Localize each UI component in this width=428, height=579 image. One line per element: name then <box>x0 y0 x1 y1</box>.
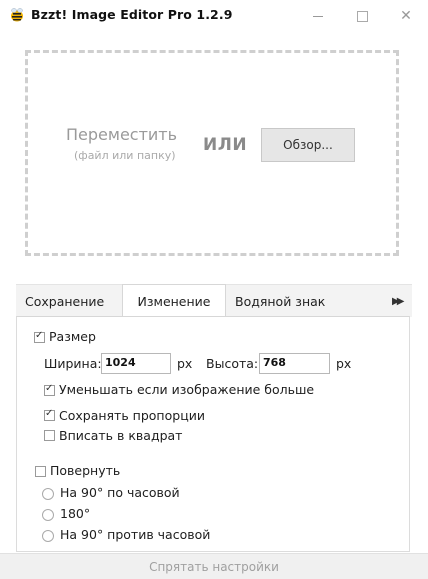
or-label: ИЛИ <box>203 135 248 155</box>
bee-icon <box>11 8 23 22</box>
width-input[interactable]: 1024 <box>101 353 171 374</box>
fit-square-label: Вписать в квадрат <box>59 428 183 443</box>
fit-square-checkbox[interactable] <box>44 430 55 441</box>
shrink-if-larger-checkbox[interactable] <box>44 383 55 396</box>
tab-watermark[interactable]: Водяной знак <box>235 285 325 317</box>
minimize-icon <box>313 15 323 17</box>
rotate-180-label: 180° <box>60 506 91 521</box>
height-unit: px <box>336 356 352 371</box>
browse-button[interactable]: Обзор... <box>261 128 355 162</box>
keep-proportions-checkbox[interactable] <box>44 408 55 421</box>
rotate-90-ccw-radio[interactable] <box>42 530 54 542</box>
drop-move-hint: (файл или папку) <box>74 149 176 162</box>
rotate-label: Повернуть <box>50 463 121 478</box>
window-title: Bzzt! Image Editor Pro 1.2.9 <box>31 7 233 22</box>
resize-label: Размер <box>49 329 96 344</box>
tabs-scroll-right-icon[interactable]: ▶▶ <box>392 285 405 317</box>
height-label: Высота: <box>206 356 259 371</box>
close-icon: ✕ <box>400 8 412 24</box>
close-button[interactable]: ✕ <box>384 0 428 32</box>
shrink-if-larger-label: Уменьшать если изображение больше <box>59 382 315 397</box>
width-unit: px <box>177 356 193 371</box>
tab-change[interactable]: Изменение <box>122 284 226 317</box>
width-label: Ширина: <box>44 356 102 371</box>
settings-tabs: Сохранение Изменение Водяной знак ▶▶ <box>16 284 412 317</box>
rotate-90-cw-radio[interactable] <box>42 488 54 500</box>
minimize-button[interactable] <box>296 0 340 32</box>
rotate-checkbox[interactable] <box>35 466 46 477</box>
tab-save[interactable]: Сохранение <box>25 285 104 317</box>
keep-proportions-label: Сохранять пропорции <box>59 408 205 423</box>
maximize-icon <box>356 10 368 22</box>
rotate-90-ccw-label: На 90° против часовой <box>60 527 211 542</box>
rotate-180-radio[interactable] <box>42 509 54 521</box>
resize-checkbox[interactable] <box>34 330 45 343</box>
drop-move-label: Переместить <box>66 125 178 144</box>
maximize-button[interactable] <box>340 0 384 32</box>
hide-settings-button[interactable]: Спрятать настройки <box>0 553 428 579</box>
rotate-90-cw-label: На 90° по часовой <box>60 485 180 500</box>
title-bar: Bzzt! Image Editor Pro 1.2.9 ✕ <box>0 0 428 32</box>
height-input[interactable]: 768 <box>259 353 330 374</box>
